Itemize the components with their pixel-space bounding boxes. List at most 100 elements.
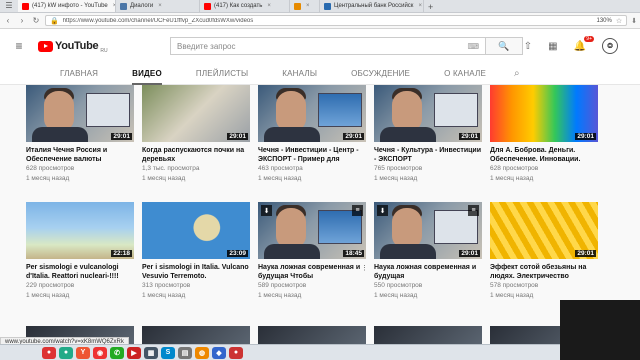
search-button[interactable]: 🔍	[485, 37, 523, 55]
taskbar-app-icon[interactable]: ▦	[144, 346, 158, 359]
tab-about[interactable]: О КАНАЛЕ	[444, 63, 486, 85]
video-title[interactable]: Per i sismologi in Italia. Vulcano Vesuv…	[142, 263, 250, 281]
watch-later-icon[interactable]: ⬇	[261, 205, 272, 216]
taskbar-app-icon[interactable]: ◉	[93, 346, 107, 359]
video-age: 1 месяц назад	[258, 292, 302, 299]
upload-icon[interactable]: ⇧	[524, 41, 532, 52]
close-tab-icon[interactable]: ×	[267, 3, 271, 9]
browser-tab-0[interactable]: (417) kW инфото - YouTube ×	[18, 0, 116, 12]
video-card[interactable]: ⬇ ≡ 29:01 Наука ложная современная и будуща…	[374, 202, 482, 301]
browser-tab-2[interactable]: (417) Как создать ×	[200, 0, 290, 12]
back-icon[interactable]: ‹	[3, 16, 13, 25]
close-tab-icon[interactable]: ×	[158, 3, 162, 9]
notifications-bell-icon[interactable]: 🔔 9+	[574, 35, 594, 52]
video-views: 628 просмотров	[26, 165, 75, 172]
video-thumbnail[interactable]: ⬇ ≡ 18:45	[258, 202, 366, 259]
video-thumbnail[interactable]: 29:01	[26, 85, 134, 142]
search-input[interactable]: Введите запрос ⌨	[170, 37, 485, 55]
video-duration: 29:01	[575, 250, 596, 257]
video-thumbnail[interactable]: 29:01	[490, 202, 598, 259]
avatar[interactable]: ❂	[602, 38, 618, 54]
video-title[interactable]: Италия Чечня Россия и Обеспечение валюты	[26, 146, 134, 164]
video-title[interactable]: Чечня - Культура - Инвестиции - ЭКСПОРТ	[374, 146, 482, 164]
browser-tab-3[interactable]: ×	[290, 0, 320, 12]
logo-region: RU	[100, 47, 108, 54]
search-placeholder: Введите запрос	[177, 41, 236, 51]
video-thumbnail[interactable]: 29:01	[374, 85, 482, 142]
new-tab-button[interactable]: +	[424, 2, 437, 12]
zoom-level[interactable]: 130%	[596, 18, 611, 24]
video-title[interactable]: Для А. Боброва. Деньги. Обеспечение. Инн…	[490, 146, 598, 164]
watch-later-icon[interactable]: ⬇	[377, 205, 388, 216]
taskbar-app-icon[interactable]: S	[161, 346, 175, 359]
video-card[interactable]: 22:18 Per sismologi e vulcanologi d'Itali…	[26, 202, 134, 301]
apps-icon[interactable]: ▦	[548, 41, 557, 52]
video-card[interactable]: 29:01 Для А. Боброва. Деньги. Обеспечение…	[490, 85, 598, 184]
video-views: 1,3 тыс. просмотра	[142, 165, 200, 172]
guide-menu-icon[interactable]: ≡	[0, 39, 38, 53]
forward-icon[interactable]: ›	[17, 16, 27, 25]
tab-playlists[interactable]: ПЛЕЙЛИСТЫ	[196, 63, 248, 85]
video-thumbnail[interactable]: 29:01	[490, 85, 598, 142]
video-card[interactable]: 29:01 Италия Чечня Россия и Обеспечение в…	[26, 85, 134, 184]
thumbnail-screen	[434, 93, 478, 127]
reload-icon[interactable]: ↻	[31, 16, 41, 25]
taskbar-app-icon[interactable]: ●	[42, 346, 56, 359]
video-views: 550 просмотров	[374, 282, 423, 289]
video-title[interactable]: Наука ложная современная и будущая	[374, 263, 482, 281]
close-tab-icon[interactable]: ×	[418, 3, 422, 9]
browser-tab-1[interactable]: Диалоги ×	[116, 0, 200, 12]
video-duration: 23:09	[227, 250, 248, 257]
browser-tab-4[interactable]: Центральный банк Российск ×	[320, 0, 424, 12]
taskbar-app-icon[interactable]: ◆	[212, 346, 226, 359]
video-thumbnail[interactable]: 23:09	[142, 202, 250, 259]
taskbar-app-icon[interactable]: ●	[59, 346, 73, 359]
youtube-header: ≡ YouTube RU Введите запрос ⌨ 🔍 ⇧ ▦ 🔔 9+ …	[0, 29, 640, 63]
browser-menu-icon[interactable]: ☰	[0, 0, 18, 12]
more-actions-icon[interactable]: ⋮	[361, 264, 368, 272]
video-card[interactable]: 29:01 Эффект сотой обезьяны на людях. Эле…	[490, 202, 598, 301]
video-title[interactable]: Эффект сотой обезьяны на людях. Электрич…	[490, 263, 598, 281]
video-card[interactable]: 23:09 Per i sismologi in Italia. Vulcano …	[142, 202, 250, 301]
keyboard-icon[interactable]: ⌨	[467, 42, 479, 51]
video-title[interactable]: Наука ложная современная и будущая Чтобы	[258, 263, 366, 281]
taskbar-app-icon[interactable]: ✆	[110, 346, 124, 359]
video-card[interactable]: 29:01 Когда распускаются почки на деревья…	[142, 85, 250, 184]
download-icon[interactable]: ⬇	[631, 17, 637, 25]
video-thumbnail-partial[interactable]	[258, 326, 366, 344]
taskbar-app-icon[interactable]: Y	[76, 346, 90, 359]
video-thumbnail[interactable]: 22:18	[26, 202, 134, 259]
video-age: 1 месяц назад	[258, 175, 302, 182]
search-box: Введите запрос ⌨ 🔍	[170, 37, 523, 55]
video-age: 1 месяц назад	[142, 292, 186, 299]
tab-discussion[interactable]: ОБСУЖДЕНИЕ	[351, 63, 410, 85]
channel-tabs: ГЛАВНАЯ ВИДЕО ПЛЕЙЛИСТЫ КАНАЛЫ ОБСУЖДЕНИ…	[0, 63, 640, 85]
close-tab-icon[interactable]: ×	[306, 3, 310, 9]
video-views: 313 просмотров	[142, 282, 191, 289]
video-title[interactable]: Когда распускаются почки на деревьях	[142, 146, 250, 164]
video-thumbnail[interactable]: 29:01	[258, 85, 366, 142]
tab-channels[interactable]: КАНАЛЫ	[282, 63, 317, 85]
video-title[interactable]: Чечня - Инвестиции - Центр - ЭКСПОРТ - П…	[258, 146, 366, 164]
taskbar-app-icon[interactable]: ▶	[127, 346, 141, 359]
video-title[interactable]: Per sismologi e vulcanologi d'Italia. Re…	[26, 263, 134, 281]
add-to-queue-icon[interactable]: ≡	[468, 205, 479, 216]
taskbar-app-icon[interactable]: ▤	[178, 346, 192, 359]
video-card[interactable]: 29:01 Чечня - Культура - Инвестиции - ЭКС…	[374, 85, 482, 184]
video-thumbnail[interactable]: 29:01	[142, 85, 250, 142]
tab-home[interactable]: ГЛАВНАЯ	[60, 63, 98, 85]
youtube-logo[interactable]: YouTube RU	[38, 39, 130, 54]
taskbar-app-icon[interactable]: ●	[229, 346, 243, 359]
video-age: 1 месяц назад	[26, 292, 70, 299]
tab-videos[interactable]: ВИДЕО	[132, 63, 162, 85]
video-thumbnail-partial[interactable]	[374, 326, 482, 344]
address-bar[interactable]: 🔒 https://www.youtube.com/channel/UCFeU1…	[45, 15, 628, 26]
video-thumbnail[interactable]: ⬇ ≡ 29:01	[374, 202, 482, 259]
video-card[interactable]: 29:01 Чечня - Инвестиции - Центр - ЭКСПОР…	[258, 85, 366, 184]
video-thumbnail-partial[interactable]	[142, 326, 250, 344]
add-to-queue-icon[interactable]: ≡	[352, 205, 363, 216]
bookmark-icon[interactable]: ☆	[616, 17, 622, 25]
channel-search-icon[interactable]: ⌕	[514, 68, 520, 79]
taskbar-app-icon[interactable]: ◍	[195, 346, 209, 359]
video-card[interactable]: ⬇ ≡ 18:45 Наука ложная современная и будуща…	[258, 202, 368, 301]
